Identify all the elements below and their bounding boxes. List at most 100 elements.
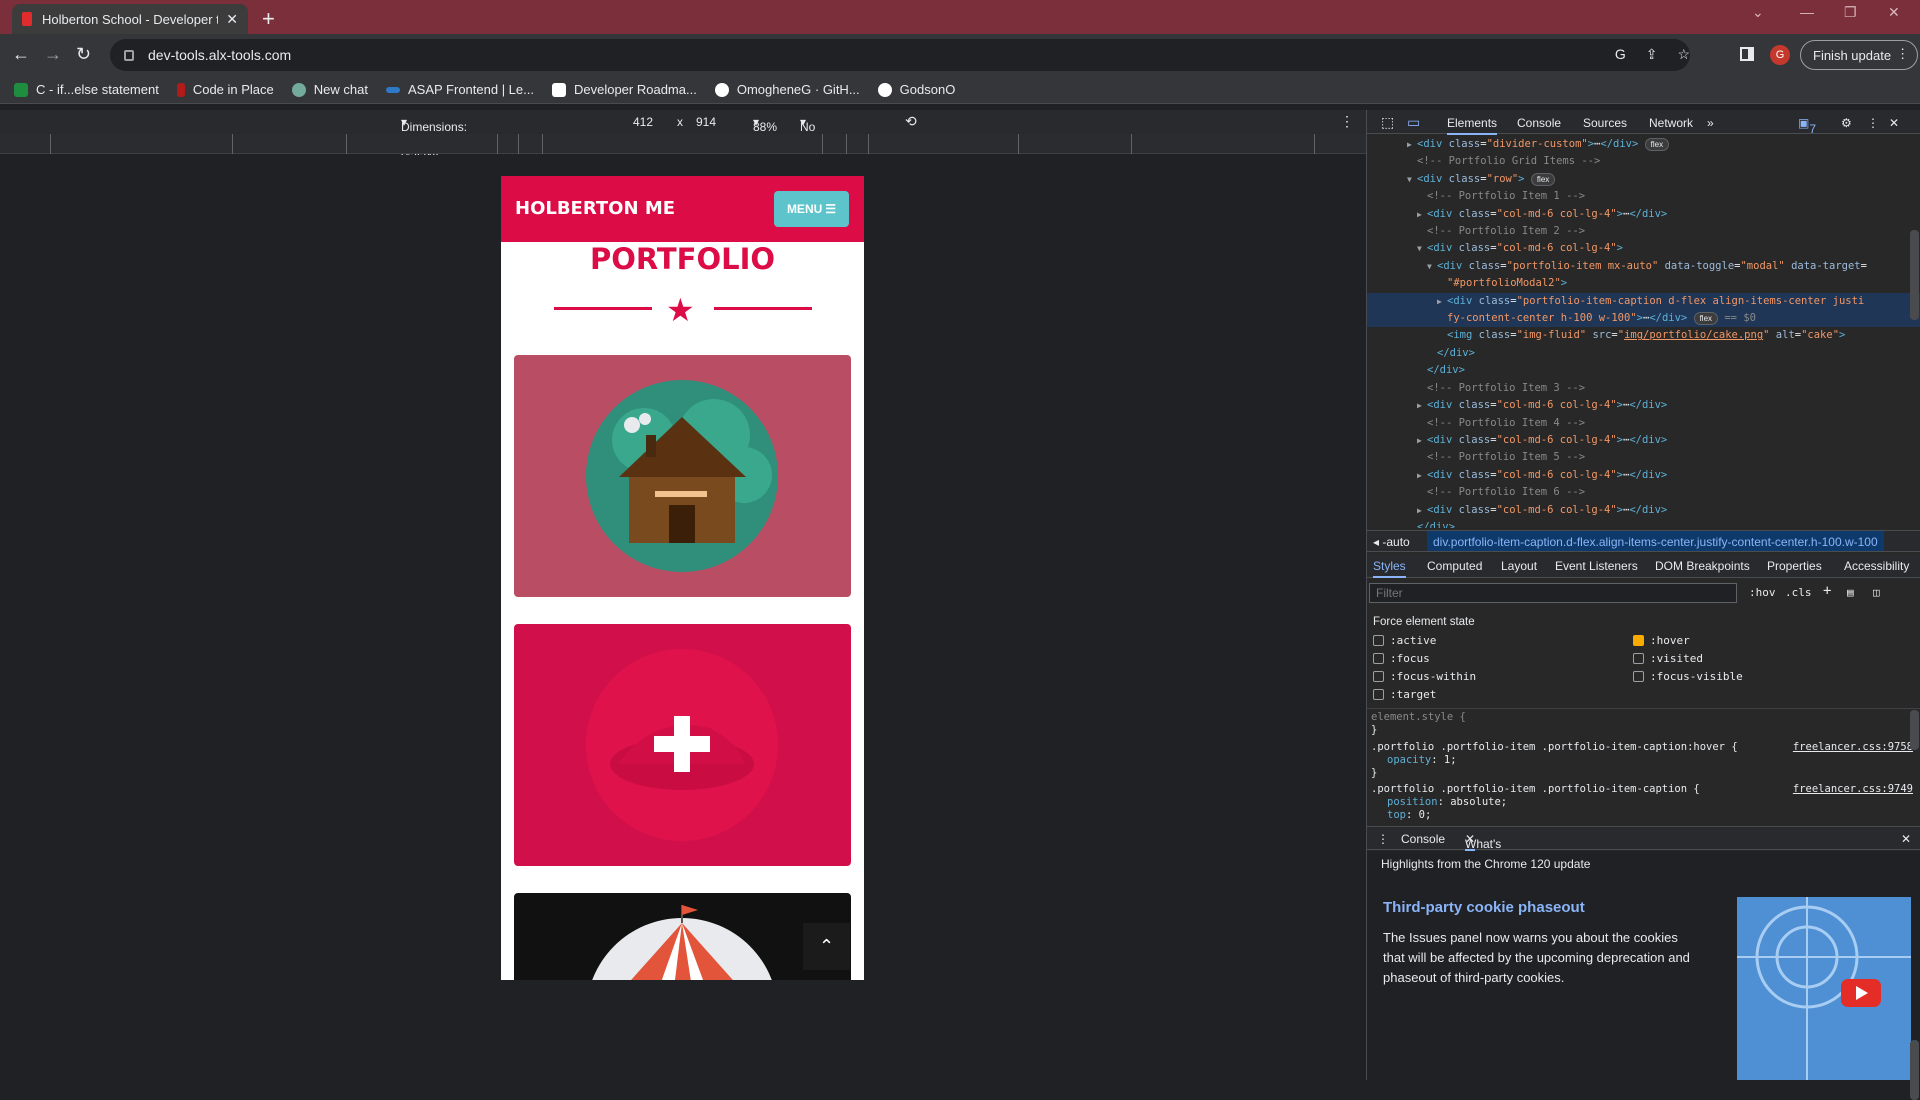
dom-node-line[interactable]: ▶ <div class="col-md-6 col-lg-4">⋯</div> [1367, 467, 1920, 484]
dom-node-line[interactable]: <!-- Portfolio Item 2 --> [1367, 223, 1920, 240]
dom-node-line[interactable]: <!-- Portfolio Item 4 --> [1367, 415, 1920, 432]
drawer-tab-console[interactable]: Console [1401, 832, 1445, 846]
expand-arrow-icon[interactable]: ▶ [1417, 502, 1427, 519]
subtab-event-listeners[interactable]: Event Listeners [1555, 559, 1638, 573]
dom-node-line[interactable]: ▶ <div class="col-md-6 col-lg-4">⋯</div> [1367, 206, 1920, 223]
site-brand[interactable]: HOLBERTON ME [515, 198, 675, 219]
share-icon[interactable]: ⇪ [1646, 46, 1658, 63]
dom-node-line[interactable]: </div> [1367, 345, 1920, 362]
dom-node-line[interactable]: ▶ <div class="divider-custom">⋯</div> fle… [1367, 136, 1920, 153]
dom-node-line[interactable]: ▼ <div class="portfolio-item mx-auto" dat… [1367, 258, 1920, 275]
address-bar[interactable]: dev-tools.alx-tools.com [110, 39, 1690, 71]
state-active[interactable]: :active [1373, 634, 1436, 647]
subtab-styles[interactable]: Styles [1373, 559, 1406, 578]
state-visited[interactable]: :visited [1633, 652, 1703, 665]
devtools-more-icon[interactable]: ⋮ [1867, 116, 1879, 130]
expand-arrow-icon[interactable]: ▶ [1407, 136, 1417, 153]
new-rule-icon[interactable]: + [1823, 583, 1831, 599]
throttling-select[interactable]: No throttling ▾ [800, 115, 846, 148]
portfolio-item-cake[interactable] [514, 624, 851, 866]
restore-icon[interactable]: ❐ [1844, 4, 1857, 21]
state-target[interactable]: :target [1373, 688, 1436, 701]
dom-node-line[interactable]: <!-- Portfolio Grid Items --> [1367, 153, 1920, 170]
browser-tab[interactable]: Holberton School - Developer to ✕ [12, 4, 248, 34]
whats-new-title[interactable]: Third-party cookie phaseout [1383, 899, 1585, 916]
more-options-icon[interactable]: ⋮ [1340, 113, 1354, 130]
inspect-element-icon[interactable]: ⬚ [1381, 114, 1394, 131]
zoom-select[interactable]: 88% ▾ [753, 115, 777, 134]
rotate-icon[interactable]: ⟲ [905, 113, 917, 130]
subtab-dom-breakpoints[interactable]: DOM Breakpoints [1655, 559, 1750, 573]
dom-node-line[interactable]: <!-- Portfolio Item 1 --> [1367, 188, 1920, 205]
close-tab-icon[interactable]: ✕ [226, 11, 238, 28]
forward-icon[interactable]: → [44, 44, 62, 65]
bookmark-item[interactable]: C - if...else statement [14, 82, 159, 97]
dom-node-line[interactable]: </div> [1367, 519, 1920, 528]
drawer-menu-icon[interactable]: ⋮ [1377, 832, 1389, 846]
hov-toggle[interactable]: :hov [1749, 586, 1776, 599]
dom-node-line[interactable]: <!-- Portfolio Item 5 --> [1367, 449, 1920, 466]
rule-hover-source-link[interactable]: freelancer.css:9758 [1793, 741, 1913, 755]
paint-brush-icon[interactable]: ▤ [1847, 586, 1854, 599]
rule-hover-declaration[interactable]: opacity: 1; [1387, 754, 1457, 768]
dom-node-line[interactable]: ▶ <div class="portfolio-item-caption d-fl… [1367, 292, 1920, 311]
close-drawer-icon[interactable]: ✕ [1901, 832, 1911, 846]
width-input[interactable]: 412 [633, 115, 653, 129]
dom-tree[interactable]: ▶ <div class="divider-custom">⋯</div> fle… [1367, 136, 1920, 528]
breadcrumb-selected[interactable]: div.portfolio-item-caption.d-flex.align-… [1427, 531, 1884, 551]
bookmark-item[interactable]: Developer Roadma... [551, 82, 697, 97]
dom-node-line[interactable]: ▶ <div class="col-md-6 col-lg-4">⋯</div> [1367, 502, 1920, 519]
state-focus-visible[interactable]: :focus-visible [1633, 670, 1743, 683]
height-input[interactable]: 914 [696, 115, 716, 129]
finish-update-button[interactable]: Finish update ⋮ [1800, 40, 1919, 70]
dom-node-line[interactable]: ▶ <div class="col-md-6 col-lg-4">⋯</div> [1367, 432, 1920, 449]
rule-caption-declaration[interactable]: top: 0; [1387, 809, 1431, 822]
styles-scrollbar[interactable] [1910, 710, 1919, 750]
settings-gear-icon[interactable]: ⚙ [1841, 116, 1852, 130]
expand-arrow-icon[interactable]: ▶ [1437, 293, 1447, 310]
device-select[interactable]: Dimensions: Samsung Galaxy A51/71 ▾ [401, 115, 467, 176]
bookmark-item[interactable]: GodsonO [877, 82, 955, 97]
breadcrumb-prev[interactable]: ◂ -auto [1373, 535, 1410, 549]
google-icon[interactable]: G [1615, 46, 1626, 63]
new-tab-icon[interactable]: + [262, 6, 275, 32]
dom-node-line[interactable]: <!-- Portfolio Item 3 --> [1367, 380, 1920, 397]
expand-arrow-icon[interactable]: ▶ [1417, 467, 1427, 484]
dom-node-line[interactable]: "#portfolioModal2"> [1367, 275, 1920, 292]
tab-network[interactable]: Network [1649, 116, 1693, 130]
subtab-layout[interactable]: Layout [1501, 559, 1537, 573]
issues-badge[interactable]: ▣ 7 [1798, 116, 1816, 136]
dom-node-line[interactable]: <!-- Portfolio Item 6 --> [1367, 484, 1920, 501]
tab-elements[interactable]: Elements [1447, 116, 1498, 135]
back-icon[interactable]: ← [12, 44, 30, 65]
subtab-accessibility[interactable]: Accessibility [1844, 559, 1909, 573]
expand-arrow-icon[interactable]: ▶ [1417, 397, 1427, 414]
expand-arrow-icon[interactable]: ▼ [1407, 171, 1417, 188]
expand-arrow-icon[interactable]: ▼ [1417, 240, 1427, 257]
side-panel-icon[interactable] [1740, 47, 1754, 61]
dom-node-line[interactable]: ▼ <div class="row"> flex [1367, 171, 1920, 188]
bookmark-item[interactable]: Code in Place [176, 82, 274, 97]
expand-arrow-icon[interactable]: ▼ [1427, 258, 1437, 275]
dom-node-line[interactable]: ▼ <div class="col-md-6 col-lg-4"> [1367, 240, 1920, 257]
bookmark-star-icon[interactable]: ☆ [1677, 46, 1690, 63]
reload-icon[interactable]: ↻ [76, 44, 91, 65]
cls-toggle[interactable]: .cls [1785, 586, 1812, 599]
subtab-computed[interactable]: Computed [1427, 559, 1482, 573]
subtab-properties[interactable]: Properties [1767, 559, 1822, 573]
state-focus[interactable]: :focus [1373, 652, 1430, 665]
rule-caption-declaration[interactable]: position: absolute; [1387, 796, 1507, 810]
state-hover[interactable]: :hover [1633, 634, 1690, 647]
bookmark-item[interactable]: OmogheneG · GitH... [714, 82, 860, 97]
bookmark-item[interactable]: ASAP Frontend | Le... [385, 82, 534, 97]
dom-node-line[interactable]: </div> [1367, 362, 1920, 379]
bookmark-item[interactable]: New chat [291, 82, 368, 97]
toggle-sidebar-icon[interactable]: ◫ [1873, 586, 1880, 599]
tab-search-icon[interactable]: ⌄ [1752, 4, 1764, 21]
close-window-icon[interactable]: ✕ [1888, 4, 1900, 21]
close-devtools-icon[interactable]: ✕ [1889, 116, 1899, 130]
minimize-icon[interactable]: — [1800, 4, 1814, 20]
tab-sources[interactable]: Sources [1583, 116, 1627, 130]
portfolio-item-circus[interactable] [514, 893, 851, 980]
avatar[interactable]: G [1770, 45, 1790, 65]
